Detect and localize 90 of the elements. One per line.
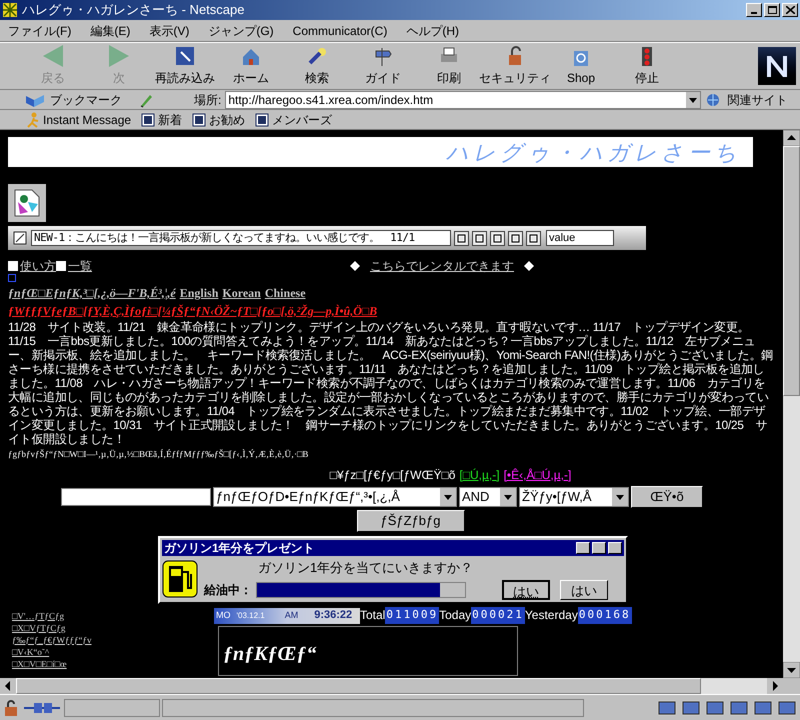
square-outline-icon	[8, 274, 16, 282]
yes-button[interactable]: はい	[560, 580, 608, 600]
reset-button[interactable]: ƒŠƒZƒbƒg	[356, 510, 464, 532]
category-select[interactable]: ƒnƒŒƒOƒD•EƒnƒKƒŒƒ“,³•[,¿,Å	[213, 487, 457, 507]
counter-label: Today	[439, 606, 472, 624]
square-bullet-icon	[8, 261, 18, 271]
window-title: ハレグゥ・ハガレンさーち - Netscape	[22, 1, 246, 20]
toolbar-button[interactable]: 停止	[614, 44, 680, 88]
counter-digits: 011009	[385, 607, 440, 624]
side-menu-link[interactable]: ƒ‰ƒ“ƒ_ƒ€ƒWƒƒƒ“ƒv	[12, 634, 92, 646]
progress-label: 給油中：	[204, 582, 252, 598]
ticker-message: NEW-1：こんにちは！一言掲示板が新しくなってますね。いい感じです。 11/1	[31, 230, 451, 246]
clock-day: MO	[216, 608, 230, 622]
side-menu-link[interactable]: □V'…ƒTƒCƒg	[12, 610, 64, 622]
related-sites-button[interactable]: 関連サイト	[727, 90, 788, 108]
garbled-text: ƒgƒbƒvƒŠƒ“ƒN□W□I—¹‚µ‚Ü‚µ‚½□BŒã‚Í‚ÉƒfƒMƒƒƒ‰ƒŠ□[ƒ‹‚Ì‚Ý‚Æ‚È‚è‚Ü‚·□B	[8, 448, 308, 460]
minimize-button[interactable]	[576, 542, 590, 554]
toolbar-button[interactable]: Shop	[548, 44, 614, 88]
page-edit-icon	[12, 230, 28, 246]
diamond-icon	[524, 261, 534, 271]
close-button[interactable]	[782, 3, 798, 17]
side-menu-link[interactable]: □X□VƒTƒCƒg	[12, 622, 66, 634]
mode-select[interactable]: AND	[459, 487, 517, 507]
language-link[interactable]: English	[180, 284, 218, 302]
menu-item[interactable]: 編集(E)	[88, 22, 132, 40]
language-link[interactable]: Chinese	[264, 284, 306, 302]
toolbar-button[interactable]: 検索	[284, 44, 350, 88]
maximize-icon	[768, 6, 776, 14]
vertical-scrollbar[interactable]	[783, 130, 800, 678]
square-bullet-icon	[56, 261, 66, 271]
bookmark-link[interactable]: メンバーズ	[255, 110, 332, 128]
close-button[interactable]	[608, 542, 622, 554]
back-icon	[42, 45, 64, 67]
counter-digits: 000168	[578, 607, 632, 624]
new-window-link[interactable]: [•Ê‹,Å□Ú,µ,-]	[504, 466, 572, 484]
side-menu-link[interactable]: □V‹K“o˜^	[12, 646, 50, 658]
language-link[interactable]: Korean	[222, 284, 261, 302]
letter-n-icon	[764, 53, 790, 79]
box-heading: ƒnƒKƒŒƒ“	[223, 642, 316, 664]
forward-icon	[108, 45, 130, 67]
close-icon	[786, 6, 794, 14]
bookmark-link[interactable]: 新着	[141, 110, 182, 128]
clock-time: 9:36:22	[314, 608, 352, 624]
counter-label: Yesterday	[524, 606, 578, 624]
clock-ampm: AM	[284, 608, 298, 622]
search-caption: □¥ƒz□[ƒ€ƒy□[ƒWŒŸ□õ	[330, 467, 456, 484]
diamond-icon	[350, 261, 360, 271]
reload-icon	[174, 45, 196, 67]
site-logo: ハレグゥ・ハガレさーち	[446, 138, 741, 166]
yes-button[interactable]: はい	[502, 580, 550, 600]
running-person-icon	[26, 112, 40, 128]
bookmark-link[interactable]: Instant Message	[26, 110, 132, 128]
nav-link[interactable]: 一覧	[68, 257, 92, 275]
minimize-icon	[751, 12, 757, 14]
dialog-question: ガソリン1年分を当てにいきますか？	[258, 559, 474, 577]
range-select[interactable]: ŽŸƒy•[ƒW,Å	[519, 487, 629, 507]
search-icon	[306, 45, 328, 67]
url-field[interactable]: http://haregoo.s41.xrea.com/index.htm	[225, 90, 702, 108]
bookmark-link[interactable]: お勧め	[192, 110, 246, 128]
toolbar-button[interactable]: ホーム	[218, 44, 284, 88]
menu-item[interactable]: ジャンプ(G)	[206, 22, 276, 40]
ticker-input[interactable]: value	[546, 230, 614, 246]
notice-link[interactable]: ƒWƒƒƒVƒeƒB□[ƒY,È,Ç,Ìƒoƒi□[¼ƒŠƒ“ƒN‹ÖŽ~ƒT□[ƒo□[,ö,²Žg—p,Ì•û,Ö□B	[8, 302, 378, 320]
menu-item[interactable]: Communicator(C)	[290, 22, 390, 40]
minimize-button[interactable]	[746, 3, 762, 17]
dialog-title: ガソリン1年分をプレゼント	[164, 540, 316, 557]
menu-item[interactable]: ヘルプ(H)	[404, 22, 462, 40]
menu-item[interactable]: ファイル(F)	[6, 22, 74, 40]
counter-digits: 000021	[471, 607, 525, 624]
padlock-icon	[2, 698, 20, 716]
news-text: 11/28 サイト改装。11/21 錬金革命様にトップリンク。デザイン上のバグをいろいろ発見。直す暇ないです… 11/17 トップデザイン変更。11/15 一言bbs更新しました。100の質問答えてみよう！をアップ。11/14 新あなたはどっち？一言bbsアップしました。11/12 左サブメニュー、新掲示板、絵を追加しました。 キーワード検索復活しました。 ACG-EX(seiriyuu様)、Yomi-Search FAN!(住様)ありがとうございました。鋼さーち様に提携をさせていただきました。ありがとうございます。11/11 あなたはどっち？を追加しました。11/09 トップ絵と掲示板を追加しました。11/08 ハレ・ハガさーち物語アップ！キーワード検索が不調子なので、しばらくはカテゴリ検索のみで運営します。11/06 カテゴリを大幅に追加し、同じものがあったカテゴリを削除しました。設定が一部おかしくなっているところがありますので、勝手にカテゴリが変わっているという方は、更新をお願いします。11/04 トップ絵をランダムに表示させました。トップ絵まだまだ募集中です。11/02 トップ絵、一部デザイン変更しました。10/31 サイト正式開設しました！ 鋼サーチ様のトップにリンクをしていただきました。ありがとうございます。10/25 サイト仮開設しました！	[8, 320, 774, 446]
counter-label: Total	[360, 606, 386, 624]
new-sites-link[interactable]: [□Ú,µ,-]	[459, 466, 500, 484]
location-label: 場所:	[194, 92, 222, 108]
language-link[interactable]: ƒnƒŒ□EƒnƒK,³□[,¿,ö—F'B,É³,¦,é	[8, 284, 176, 302]
toolbar-button[interactable]: セキュリティ	[482, 44, 548, 88]
nav-link[interactable]: 使い方	[20, 257, 56, 275]
menu-item[interactable]: 表示(V)	[147, 22, 192, 40]
toolbar-button[interactable]: ガイド	[350, 44, 416, 88]
side-menu-link[interactable]: □X□V□E□í□œ	[12, 658, 67, 670]
fuel-pump-icon	[162, 560, 198, 598]
keyword-field[interactable]	[61, 488, 211, 506]
clock-date: '03.12.1	[236, 610, 265, 622]
toolbar-button[interactable]: 再読み込み	[152, 44, 218, 88]
bookmarks-button[interactable]: ブックマーク	[50, 90, 122, 108]
maximize-button[interactable]	[592, 542, 606, 554]
rental-link[interactable]: こちらでレンタルできます	[370, 257, 514, 275]
search-button[interactable]: ŒŸ•õ	[631, 486, 703, 508]
maximize-button[interactable]	[764, 3, 780, 17]
toolbar-button[interactable]: 印刷	[416, 44, 482, 88]
